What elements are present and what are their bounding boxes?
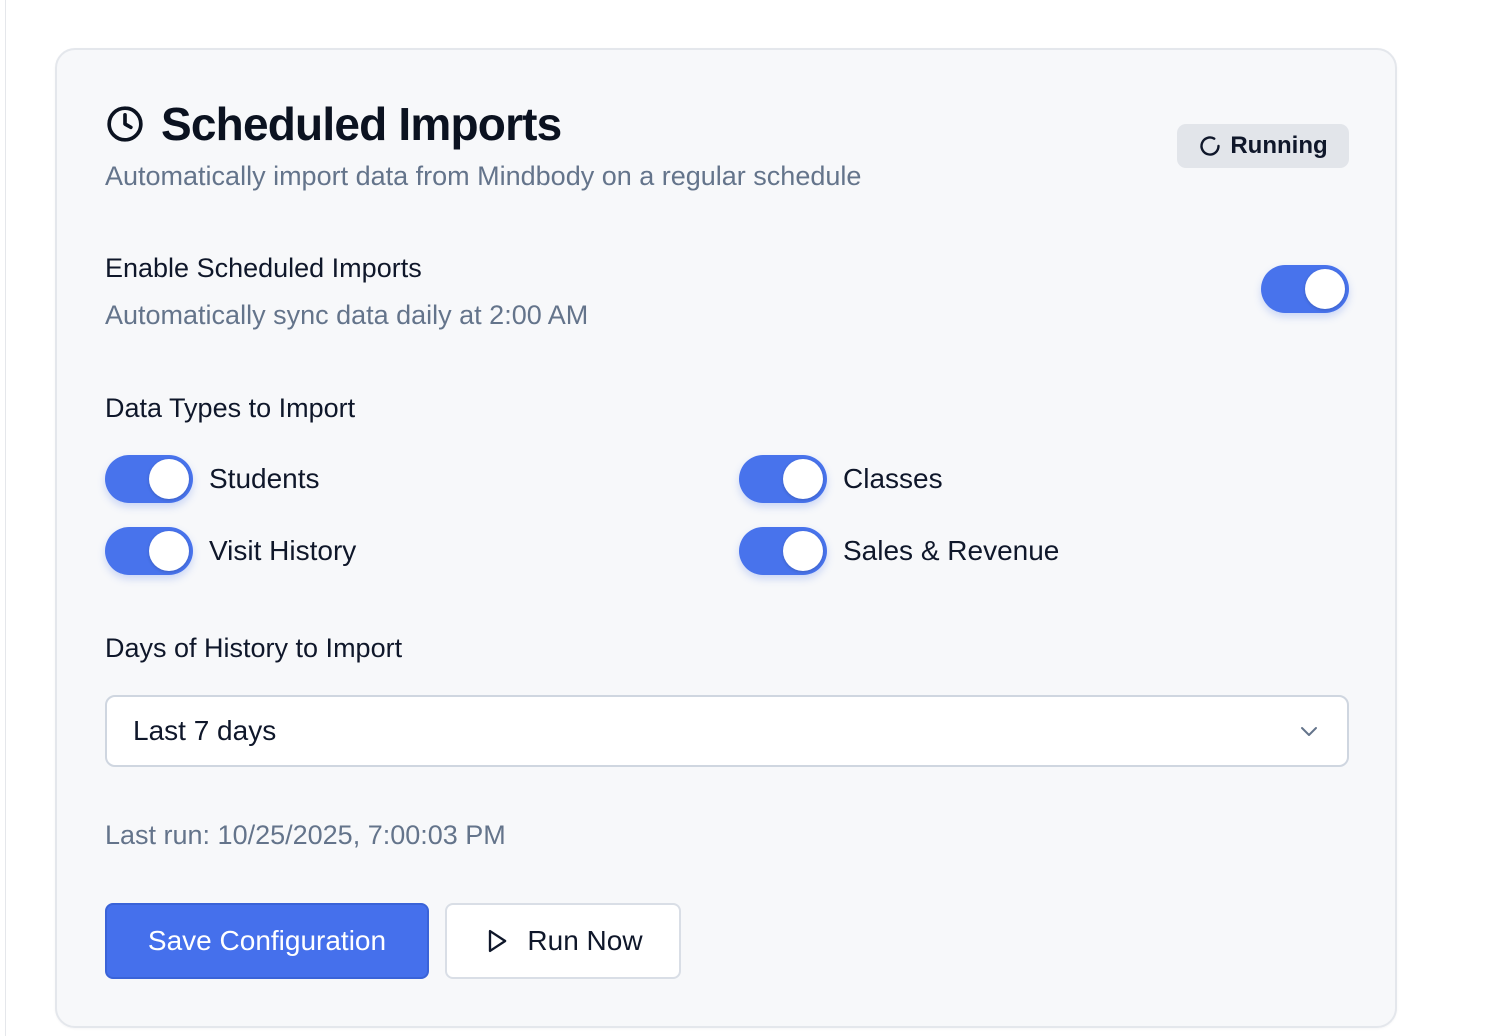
classes-toggle-label: Classes [843, 463, 943, 494]
page-subtitle: Automatically import data from Mindbody … [105, 161, 862, 191]
enable-schedule-description: Automatically sync data daily at 2:00 AM [105, 300, 589, 330]
status-badge: Running [1177, 124, 1349, 168]
history-days-label: Days of History to Import [105, 633, 403, 663]
toggle-knob [783, 531, 823, 571]
run-now-button[interactable]: Run Now [445, 903, 681, 979]
clock-icon [105, 104, 145, 144]
scheduled-imports-card: Scheduled Imports Automatically import d… [55, 48, 1397, 1028]
data-types-label: Data Types to Import [105, 393, 356, 423]
toggle-knob [1305, 269, 1345, 309]
toggle-knob [149, 459, 189, 499]
page-edge-divider [0, 0, 6, 1036]
visit-history-toggle-label: Visit History [209, 535, 357, 566]
sales-revenue-toggle[interactable] [739, 527, 827, 575]
toggle-knob [149, 531, 189, 571]
save-configuration-button[interactable]: Save Configuration [105, 903, 429, 979]
last-run-text: Last run: 10/25/2025, 7:00:03 PM [105, 820, 506, 850]
visit-history-toggle[interactable] [105, 527, 193, 575]
page-title: Scheduled Imports [161, 98, 562, 150]
students-toggle[interactable] [105, 455, 193, 503]
history-days-selected-value: Last 7 days [133, 715, 277, 746]
loader-icon [1198, 134, 1222, 158]
chevron-down-icon [1297, 719, 1321, 743]
run-now-label: Run Now [527, 925, 643, 956]
enable-schedule-toggle[interactable] [1261, 265, 1349, 313]
students-toggle-label: Students [209, 463, 320, 494]
card-header: Scheduled Imports [105, 96, 562, 152]
status-badge-label: Running [1230, 132, 1328, 159]
toggle-knob [783, 459, 823, 499]
history-days-select[interactable]: Last 7 days [105, 695, 1349, 767]
play-icon [483, 927, 511, 955]
sales-revenue-toggle-label: Sales & Revenue [843, 535, 1060, 566]
classes-toggle[interactable] [739, 455, 827, 503]
enable-schedule-label: Enable Scheduled Imports [105, 253, 422, 283]
